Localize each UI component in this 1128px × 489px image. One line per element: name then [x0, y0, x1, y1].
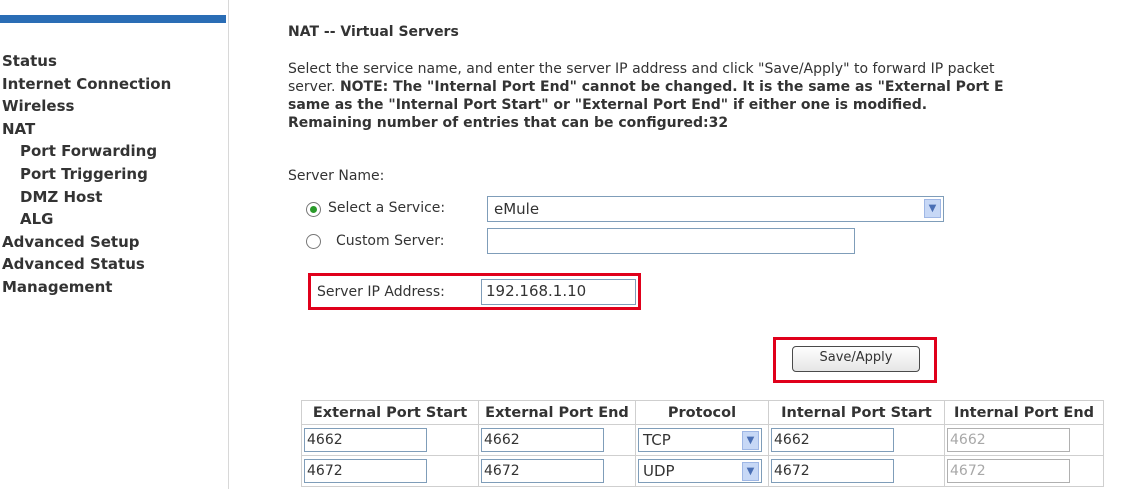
internal-port-start-input[interactable]: 4662	[771, 428, 894, 452]
server-name-label: Server Name:	[288, 168, 385, 184]
table-row: 4662 4662 TCP ▼ 4662 4662	[301, 424, 1104, 456]
description-note-cont: same as the "Internal Port Start" or "Ex…	[288, 97, 928, 113]
cell-ext-end: 4672	[478, 455, 636, 487]
external-port-start-input[interactable]: 4662	[304, 428, 427, 452]
description-line-2: server. NOTE: The "Internal Port End" ca…	[288, 78, 1128, 96]
protocol-select-value: UDP	[643, 462, 675, 480]
server-ip-label: Server IP Address:	[317, 284, 445, 300]
description-line-2-prefix: server.	[288, 79, 340, 95]
header-external-port-start: External Port Start	[301, 400, 479, 425]
server-ip-input[interactable]: 192.168.1.10	[481, 279, 636, 305]
cell-protocol: UDP ▼	[635, 455, 769, 487]
custom-server-label: Custom Server:	[336, 233, 445, 249]
page-title: NAT -- Virtual Servers	[288, 24, 459, 40]
port-table: External Port Start External Port End Pr…	[301, 400, 1104, 487]
cell-int-end: 4662	[944, 424, 1104, 456]
radio-selected-dot	[310, 206, 317, 213]
protocol-select[interactable]: UDP ▼	[638, 459, 762, 483]
cell-int-end: 4672	[944, 455, 1104, 487]
select-service-radio[interactable]	[306, 202, 321, 217]
sidebar-item-management[interactable]: Management	[2, 276, 171, 299]
table-header-row: External Port Start External Port End Pr…	[301, 400, 1104, 425]
header-external-port-end: External Port End	[478, 400, 636, 425]
select-service-label: Select a Service:	[328, 200, 446, 216]
service-select-value: eMule	[494, 200, 540, 218]
chevron-down-icon[interactable]: ▼	[924, 199, 941, 218]
cell-int-start: 4672	[768, 455, 945, 487]
page-description: Select the service name, and enter the s…	[288, 60, 1128, 132]
cell-ext-start: 4672	[301, 455, 479, 487]
chevron-down-icon[interactable]: ▼	[742, 462, 759, 481]
internal-port-end-input: 4662	[947, 428, 1070, 452]
description-line-4: Remaining number of entries that can be …	[288, 114, 1128, 132]
internal-port-end-input: 4672	[947, 459, 1070, 483]
description-note: NOTE: The "Internal Port End" cannot be …	[339, 79, 1004, 95]
cell-int-start: 4662	[768, 424, 945, 456]
protocol-select[interactable]: TCP ▼	[638, 428, 762, 452]
header-internal-port-start: Internal Port Start	[768, 400, 945, 425]
description-line-3: same as the "Internal Port Start" or "Ex…	[288, 96, 1128, 114]
sidebar-item-port-triggering[interactable]: Port Triggering	[2, 163, 171, 186]
sidebar-item-status[interactable]: Status	[2, 50, 171, 73]
sidebar-item-nat[interactable]: NAT	[2, 118, 171, 141]
external-port-start-input[interactable]: 4672	[304, 459, 427, 483]
external-port-end-input[interactable]: 4662	[481, 428, 604, 452]
custom-server-input[interactable]	[487, 228, 855, 254]
sidebar-menu: Status Internet Connection Wireless NAT …	[2, 50, 171, 299]
external-port-end-input[interactable]: 4672	[481, 459, 604, 483]
main-content: NAT -- Virtual Servers Select the servic…	[288, 0, 1128, 489]
cell-ext-end: 4662	[478, 424, 636, 456]
sidebar-item-dmz-host[interactable]: DMZ Host	[2, 186, 171, 209]
sidebar-item-port-forwarding[interactable]: Port Forwarding	[2, 140, 171, 163]
header-protocol: Protocol	[635, 400, 769, 425]
chevron-down-icon[interactable]: ▼	[742, 431, 759, 450]
description-line-1: Select the service name, and enter the s…	[288, 61, 995, 77]
sidebar-nav: Status Internet Connection Wireless NAT …	[0, 0, 229, 489]
save-apply-button[interactable]: Save/Apply	[792, 346, 920, 372]
sidebar-top-bar	[0, 15, 226, 23]
internal-port-start-input[interactable]: 4672	[771, 459, 894, 483]
cell-ext-start: 4662	[301, 424, 479, 456]
table-row: 4672 4672 UDP ▼ 4672 4672	[301, 455, 1104, 487]
cell-protocol: TCP ▼	[635, 424, 769, 456]
header-internal-port-end: Internal Port End	[944, 400, 1104, 425]
protocol-select-value: TCP	[643, 431, 671, 449]
sidebar-item-advanced-status[interactable]: Advanced Status	[2, 253, 171, 276]
sidebar-item-wireless[interactable]: Wireless	[2, 95, 171, 118]
custom-server-radio[interactable]	[306, 234, 321, 249]
sidebar-item-alg[interactable]: ALG	[2, 208, 171, 231]
sidebar-item-internet-connection[interactable]: Internet Connection	[2, 73, 171, 96]
sidebar-item-advanced-setup[interactable]: Advanced Setup	[2, 231, 171, 254]
remaining-entries-text: Remaining number of entries that can be …	[288, 115, 729, 131]
service-select[interactable]: eMule ▼	[487, 196, 944, 222]
